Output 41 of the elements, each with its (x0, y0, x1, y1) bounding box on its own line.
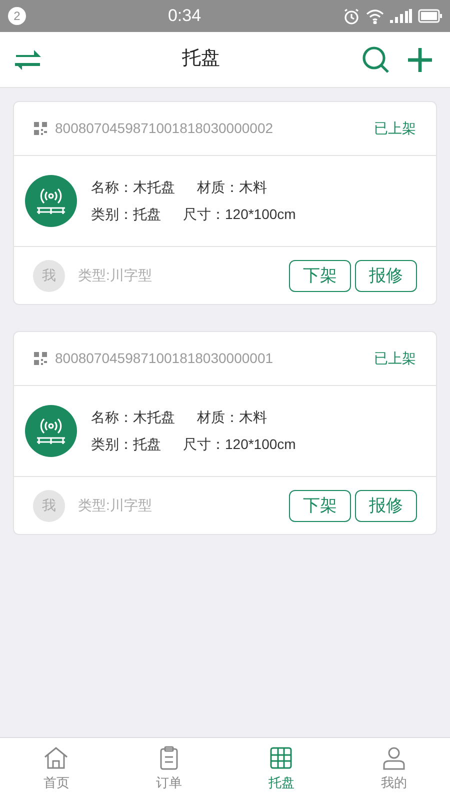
avatar: 我 (33, 490, 65, 522)
signal-icon (390, 9, 412, 23)
attribute-text: 名称：木托盘 (91, 408, 175, 427)
status-label: 已上架 (374, 349, 416, 368)
grid-icon (268, 745, 294, 772)
swap-arrows-icon (14, 48, 42, 72)
alarm-icon (343, 8, 360, 24)
attribute-text: 尺寸：120*100cm (183, 435, 296, 454)
attribute-text: 类别：托盘 (91, 435, 161, 454)
wifi-icon (366, 8, 384, 24)
pallet-type: 类型:川字型 (78, 266, 152, 285)
pallet-type: 类型:川字型 (78, 496, 152, 515)
tab-item[interactable]: 订单 (112, 738, 225, 800)
action-button[interactable]: 报修 (355, 490, 417, 522)
notification-count: 2 (8, 7, 26, 25)
attribute-text: 尺寸：120*100cm (183, 205, 296, 224)
qr-code-icon (34, 352, 47, 365)
clock: 0:34 (168, 5, 202, 28)
tab-item[interactable]: 托盘 (225, 738, 338, 800)
avatar: 我 (33, 260, 65, 292)
status-label: 已上架 (374, 119, 416, 138)
action-button[interactable]: 下架 (289, 260, 351, 292)
plus-icon (407, 46, 433, 72)
tab-item[interactable]: 我的 (338, 738, 450, 800)
pallet-rfid-icon (25, 405, 77, 457)
home-icon (43, 745, 70, 772)
person-icon (380, 745, 407, 772)
search-icon (362, 46, 390, 74)
qr-code-icon (34, 122, 47, 135)
attribute-text: 材质：木料 (197, 408, 267, 427)
attribute-text: 材质：木料 (197, 178, 267, 197)
pallet-code: 8008070459871001818030000001 (55, 349, 274, 368)
pallet-code: 8008070459871001818030000002 (55, 119, 274, 138)
tab-item[interactable]: 首页 (0, 738, 112, 800)
battery-icon (418, 9, 442, 23)
pallet-rfid-icon (25, 175, 77, 227)
action-button[interactable]: 报修 (355, 260, 417, 292)
page-title: 托盘 (181, 47, 221, 72)
action-button[interactable]: 下架 (289, 490, 351, 522)
attribute-text: 类别：托盘 (91, 205, 161, 224)
attribute-text: 名称：木托盘 (91, 178, 175, 197)
